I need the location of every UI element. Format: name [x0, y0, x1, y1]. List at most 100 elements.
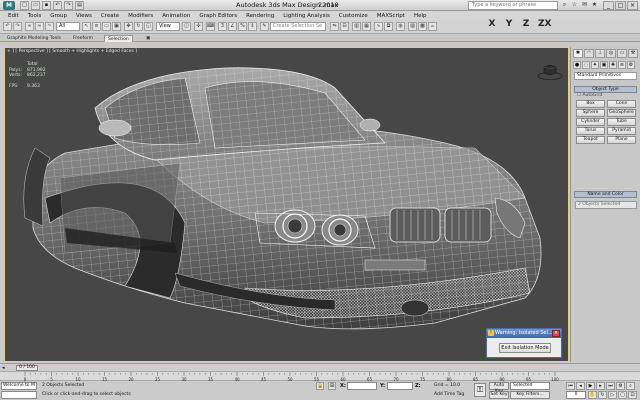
key-filters-button[interactable]: Key Filters... — [510, 391, 550, 399]
save-file-icon[interactable]: ▪ — [42, 1, 51, 10]
search-icon[interactable]: ⌕ — [560, 0, 569, 10]
create-tab-icon[interactable]: ✱ — [573, 49, 583, 58]
display-tab-icon[interactable]: ▭ — [617, 49, 627, 58]
render-production-icon[interactable]: ☕ — [428, 22, 437, 31]
geometry-icon[interactable]: ● — [573, 61, 581, 69]
axis-z-button[interactable]: Z — [521, 19, 531, 29]
ribbon-collapse-icon[interactable]: ▣ — [143, 35, 153, 42]
next-key-icon[interactable]: ▸ — [596, 382, 605, 390]
axis-zx-button[interactable]: ZX — [538, 19, 551, 29]
menu-edit[interactable]: Edit — [8, 13, 19, 19]
new-file-icon[interactable]: □ — [20, 1, 29, 10]
zoom-extents-icon[interactable]: ⊡ — [628, 391, 637, 399]
add-time-tag-button[interactable]: Add Time Tag — [434, 392, 464, 397]
viewcube-icon[interactable] — [537, 62, 563, 80]
select-manipulate-icon[interactable]: ✣ — [194, 22, 203, 31]
edit-named-selection-icon[interactable]: ✎ — [260, 22, 269, 31]
helpers-icon[interactable]: ✚ — [609, 61, 617, 69]
box-button[interactable]: Box — [576, 100, 605, 108]
geosphere-button[interactable]: GeoSphere — [607, 109, 636, 117]
primitive-type-dropdown[interactable]: Standard Primitives — [574, 72, 637, 80]
time-slider[interactable]: ◂ 0 / 100 — [0, 363, 640, 371]
redo-icon[interactable]: ↷ — [13, 22, 22, 31]
menu-lighting-analysis[interactable]: Lighting Analysis — [283, 13, 330, 19]
y-coord-field[interactable] — [387, 382, 413, 390]
play-icon[interactable]: ▶ — [586, 382, 595, 390]
tab-freeform[interactable]: Freeform — [70, 35, 96, 42]
favorites-icon[interactable]: ★ — [590, 0, 599, 10]
car-wireframe-model[interactable] — [5, 48, 569, 362]
redo-icon[interactable]: ↷ — [64, 1, 73, 10]
selection-filter-dropdown[interactable]: All — [56, 22, 80, 31]
subscription-icon[interactable]: ☆ — [570, 0, 579, 10]
menu-animation[interactable]: Animation — [162, 13, 190, 19]
object-name-field[interactable]: 2 Objects Selected — [575, 201, 637, 209]
pyramid-button[interactable]: Pyramid — [607, 127, 636, 135]
teapot-button[interactable]: Teapot — [576, 136, 605, 144]
menu-customize[interactable]: Customize — [339, 13, 368, 19]
menu-graph-editors[interactable]: Graph Editors — [199, 13, 237, 19]
tube-button[interactable]: Tube — [607, 118, 636, 126]
absolute-transform-icon[interactable]: ⊞ — [328, 382, 336, 390]
angle-snap-icon[interactable]: ∠ — [228, 22, 237, 31]
window-crossing-icon[interactable]: ▣ — [112, 22, 121, 31]
percent-snap-icon[interactable]: % — [238, 22, 247, 31]
menu-maxscript[interactable]: MAXScript — [377, 13, 405, 19]
search-input[interactable]: Type a keyword or phrase — [468, 1, 558, 10]
zoom-icon[interactable]: ⌕ — [626, 382, 635, 390]
object-type-rollout[interactable]: Object Type — [574, 86, 637, 93]
torus-button[interactable]: Torus — [576, 127, 605, 135]
minimize-button[interactable]: _ — [603, 1, 614, 10]
spinner-snap-icon[interactable]: ⇕ — [248, 22, 257, 31]
x-coord-field[interactable] — [347, 382, 377, 390]
dialog-title-bar[interactable]: ! Warning: Isolated Sel... × — [487, 329, 561, 338]
tab-graphite-modeling-tools[interactable]: Graphite Modeling Tools — [4, 35, 64, 42]
maximize-viewport-icon[interactable]: ▢ — [618, 391, 627, 399]
shapes-icon[interactable]: ◌ — [582, 61, 590, 69]
pan-icon[interactable]: ✋ — [588, 391, 597, 399]
named-selection-set-dropdown[interactable]: Create Selection Se — [270, 22, 326, 31]
dialog-close-button[interactable]: × — [552, 330, 560, 337]
menu-views[interactable]: Views — [76, 13, 92, 19]
keyboard-shortcut-icon[interactable]: ⌨ — [206, 22, 215, 31]
link-icon[interactable]: ∞ — [25, 22, 34, 31]
menu-tools[interactable]: Tools — [28, 13, 42, 19]
graphite-modeling-icon[interactable]: ▦ — [362, 22, 371, 31]
spacewarps-icon[interactable]: ≋ — [618, 61, 626, 69]
current-frame-field[interactable]: 0 — [566, 391, 586, 399]
axis-y-button[interactable]: Y — [504, 19, 514, 29]
maximize-button[interactable]: □ — [615, 1, 626, 10]
move-icon[interactable]: ✥ — [124, 22, 133, 31]
plane-button[interactable]: Plane — [607, 136, 636, 144]
modify-tab-icon[interactable]: ◠ — [584, 49, 594, 58]
material-editor-icon[interactable]: ◍ — [396, 22, 405, 31]
orbit-icon[interactable]: ↻ — [598, 391, 607, 399]
communication-icon[interactable]: ✉ — [580, 0, 589, 10]
select-object-icon[interactable]: ↖ — [82, 22, 91, 31]
scale-icon[interactable]: ◱ — [144, 22, 153, 31]
menu-create[interactable]: Create — [101, 13, 119, 19]
rectangular-selection-icon[interactable]: ▭ — [102, 22, 111, 31]
axis-x-button[interactable]: X — [487, 19, 497, 29]
tab-selection[interactable]: Selection — [104, 35, 133, 42]
unlink-icon[interactable]: ≈ — [35, 22, 44, 31]
curve-editor-icon[interactable]: ∿ — [374, 22, 383, 31]
set-key-button[interactable]: Set Key — [489, 391, 509, 399]
rendered-frame-icon[interactable]: ▩ — [418, 22, 427, 31]
cone-button[interactable]: Cone — [607, 100, 636, 108]
motion-tab-icon[interactable]: ◎ — [606, 49, 616, 58]
exit-isolation-mode-button[interactable]: Exit Isolation Mode — [499, 343, 551, 353]
menu-help[interactable]: Help — [414, 13, 427, 19]
utilities-tab-icon[interactable]: ⚒ — [628, 49, 638, 58]
maxscript-listener-mini[interactable]: Welcome to M — [1, 382, 37, 390]
align-icon[interactable]: ⊟ — [340, 22, 349, 31]
reference-coordinate-dropdown[interactable]: View — [156, 22, 180, 31]
schematic-view-icon[interactable]: ⧉ — [384, 22, 393, 31]
open-file-icon[interactable]: ▭ — [31, 1, 40, 10]
key-mode-icon[interactable]: ⚿ — [474, 383, 486, 397]
auto-key-button[interactable]: Auto Key — [489, 382, 509, 394]
undo-icon[interactable]: ↶ — [3, 22, 12, 31]
lock-selection-icon[interactable]: 🔒 — [316, 382, 324, 390]
undo-icon[interactable]: ↶ — [53, 1, 62, 10]
previous-key-icon[interactable]: ◂ — [576, 382, 585, 390]
